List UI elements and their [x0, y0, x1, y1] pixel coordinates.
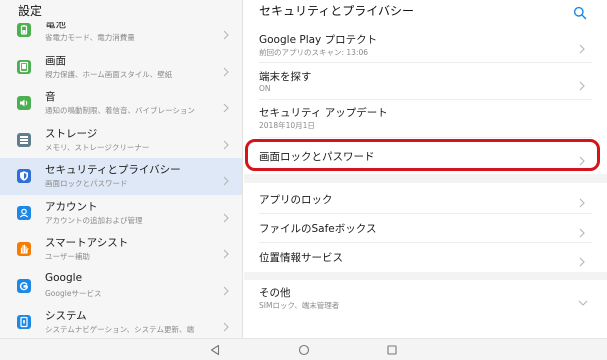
chevron-right-icon	[579, 223, 585, 242]
list-item-subtitle: SIMロック、端末管理者	[259, 301, 340, 310]
list-item-other[interactable]: その他 SIMロック、端末管理者	[244, 280, 607, 316]
settings-item-title: スマートアシスト	[45, 237, 129, 249]
settings-item-subtitle: 通知の鳴動制限、着信音、バイブレーション	[45, 106, 195, 115]
settings-item-subtitle: アカウントの追加および管理	[45, 215, 143, 225]
list-item-file-safe[interactable]: ファイルのSafeボックス	[244, 214, 607, 242]
settings-item-security-privacy[interactable]: セキュリティとプライバシー 画面ロックとパスワード	[0, 158, 242, 195]
list-item-security-update[interactable]: セキュリティ アップデート 2018年10月1日	[244, 100, 607, 137]
settings-item-title: 音	[45, 91, 56, 103]
settings-item-subtitle: 画面ロックとパスワード	[45, 179, 128, 188]
page-title: セキュリティとプライバシー	[259, 4, 415, 18]
detail-header: セキュリティとプライバシー	[244, 0, 607, 22]
chevron-right-icon	[223, 98, 229, 117]
settings-item-sound[interactable]: 音 通知の鳴動制限、着信音、バイブレーション	[0, 85, 242, 122]
chevron-right-icon	[579, 252, 585, 271]
chevron-right-icon	[579, 151, 585, 170]
hand-icon	[16, 241, 32, 257]
list-item-title: 位置情報サービス	[259, 252, 343, 264]
chevron-right-icon	[223, 317, 229, 336]
settings-item-title: 画面	[45, 54, 66, 67]
navigation-bar	[0, 338, 607, 360]
settings-category-list: 電池 省電力モード、電力消費量 画面 視力保護、ホーム画面スタイル、壁紙 音 通…	[0, 12, 242, 338]
settings-list-pane: 設定 電池 省電力モード、電力消費量 画面 視力保護、ホーム画面スタイル、壁紙	[0, 0, 243, 338]
chevron-right-icon	[579, 193, 585, 212]
settings-item-subtitle: Googleサービス	[45, 288, 102, 298]
shield-icon	[16, 168, 32, 184]
list-item-google-play-protect[interactable]: Google Play プロテクト 前回のアプリのスキャン: 13:06	[244, 26, 607, 62]
list-item-find-device[interactable]: 端末を探す ON	[244, 63, 607, 99]
settings-item-system[interactable]: システム システムナビゲーション、システム更新、端	[0, 304, 242, 338]
chevron-right-icon	[579, 39, 585, 58]
list-item-title: セキュリティ アップデート	[259, 107, 388, 119]
list-item-subtitle: 2018年10月1日	[259, 121, 315, 130]
settings-item-subtitle: 視力保護、ホーム画面スタイル、壁紙	[45, 69, 173, 79]
recents-square-icon[interactable]	[385, 343, 399, 357]
chevron-down-icon	[578, 291, 588, 310]
chevron-right-icon	[223, 171, 229, 190]
list-item-screen-lock-password[interactable]: 画面ロックとパスワード	[244, 138, 607, 172]
settings-item-storage[interactable]: ストレージ メモリ、ストレージクリーナー	[0, 122, 242, 159]
settings-item-title: システム	[45, 310, 87, 322]
list-item-location-services[interactable]: 位置情報サービス	[244, 243, 607, 271]
list-item-app-lock[interactable]: アプリのロック	[244, 183, 607, 213]
settings-item-subtitle: 省電力モード、電力消費量	[45, 33, 135, 42]
storage-icon	[16, 132, 32, 148]
display-icon	[16, 59, 32, 75]
chevron-right-icon	[223, 25, 229, 44]
list-item-title: ファイルのSafeボックス	[259, 223, 377, 235]
sound-icon	[16, 95, 32, 111]
list-item-title: Google Play プロテクト	[259, 34, 378, 46]
list-item-subtitle: 前回のアプリのスキャン: 13:06	[259, 48, 369, 57]
settings-item-title: セキュリティとプライバシー	[45, 164, 181, 176]
system-icon	[16, 314, 32, 330]
security-privacy-detail-pane: セキュリティとプライバシー Google Play プロテクト 前回のアプリのス…	[244, 0, 607, 338]
account-icon	[16, 205, 32, 221]
list-item-title: その他	[259, 287, 291, 299]
google-icon	[16, 278, 32, 294]
chevron-right-icon	[579, 76, 585, 95]
settings-item-subtitle: メモリ、ストレージクリーナー	[45, 142, 150, 152]
settings-screen: 設定 電池 省電力モード、電力消費量 画面 視力保護、ホーム画面スタイル、壁紙	[0, 0, 607, 360]
battery-icon	[16, 22, 32, 38]
chevron-right-icon	[223, 244, 229, 263]
section-separator	[244, 174, 607, 183]
settings-item-title: アカウント	[45, 200, 98, 213]
settings-item-google[interactable]: Google Googleサービス	[0, 268, 242, 305]
chevron-right-icon	[223, 208, 229, 227]
chevron-right-icon	[223, 135, 229, 154]
settings-item-smart-assist[interactable]: スマートアシスト ユーザー補助	[0, 231, 242, 268]
settings-item-title: ストレージ	[45, 127, 98, 140]
settings-item-account[interactable]: アカウント アカウントの追加および管理	[0, 195, 242, 232]
settings-header: 設定	[0, 0, 242, 22]
settings-item-display[interactable]: 画面 視力保護、ホーム画面スタイル、壁紙	[0, 49, 242, 86]
list-item-title: アプリのロック	[259, 194, 333, 206]
list-item-title: 画面ロックとパスワード	[259, 151, 375, 163]
settings-item-subtitle: ユーザー補助	[45, 252, 90, 261]
chevron-right-icon	[223, 281, 229, 300]
settings-item-subtitle: システムナビゲーション、システム更新、端	[45, 325, 194, 334]
back-triangle-icon[interactable]	[208, 343, 222, 357]
section-separator	[244, 272, 607, 280]
chevron-right-icon	[223, 62, 229, 81]
settings-item-title: Google	[45, 271, 83, 284]
home-circle-icon[interactable]	[297, 343, 311, 357]
list-item-subtitle: ON	[259, 84, 271, 93]
search-icon[interactable]	[573, 5, 587, 20]
list-item-title: 端末を探す	[259, 71, 312, 83]
